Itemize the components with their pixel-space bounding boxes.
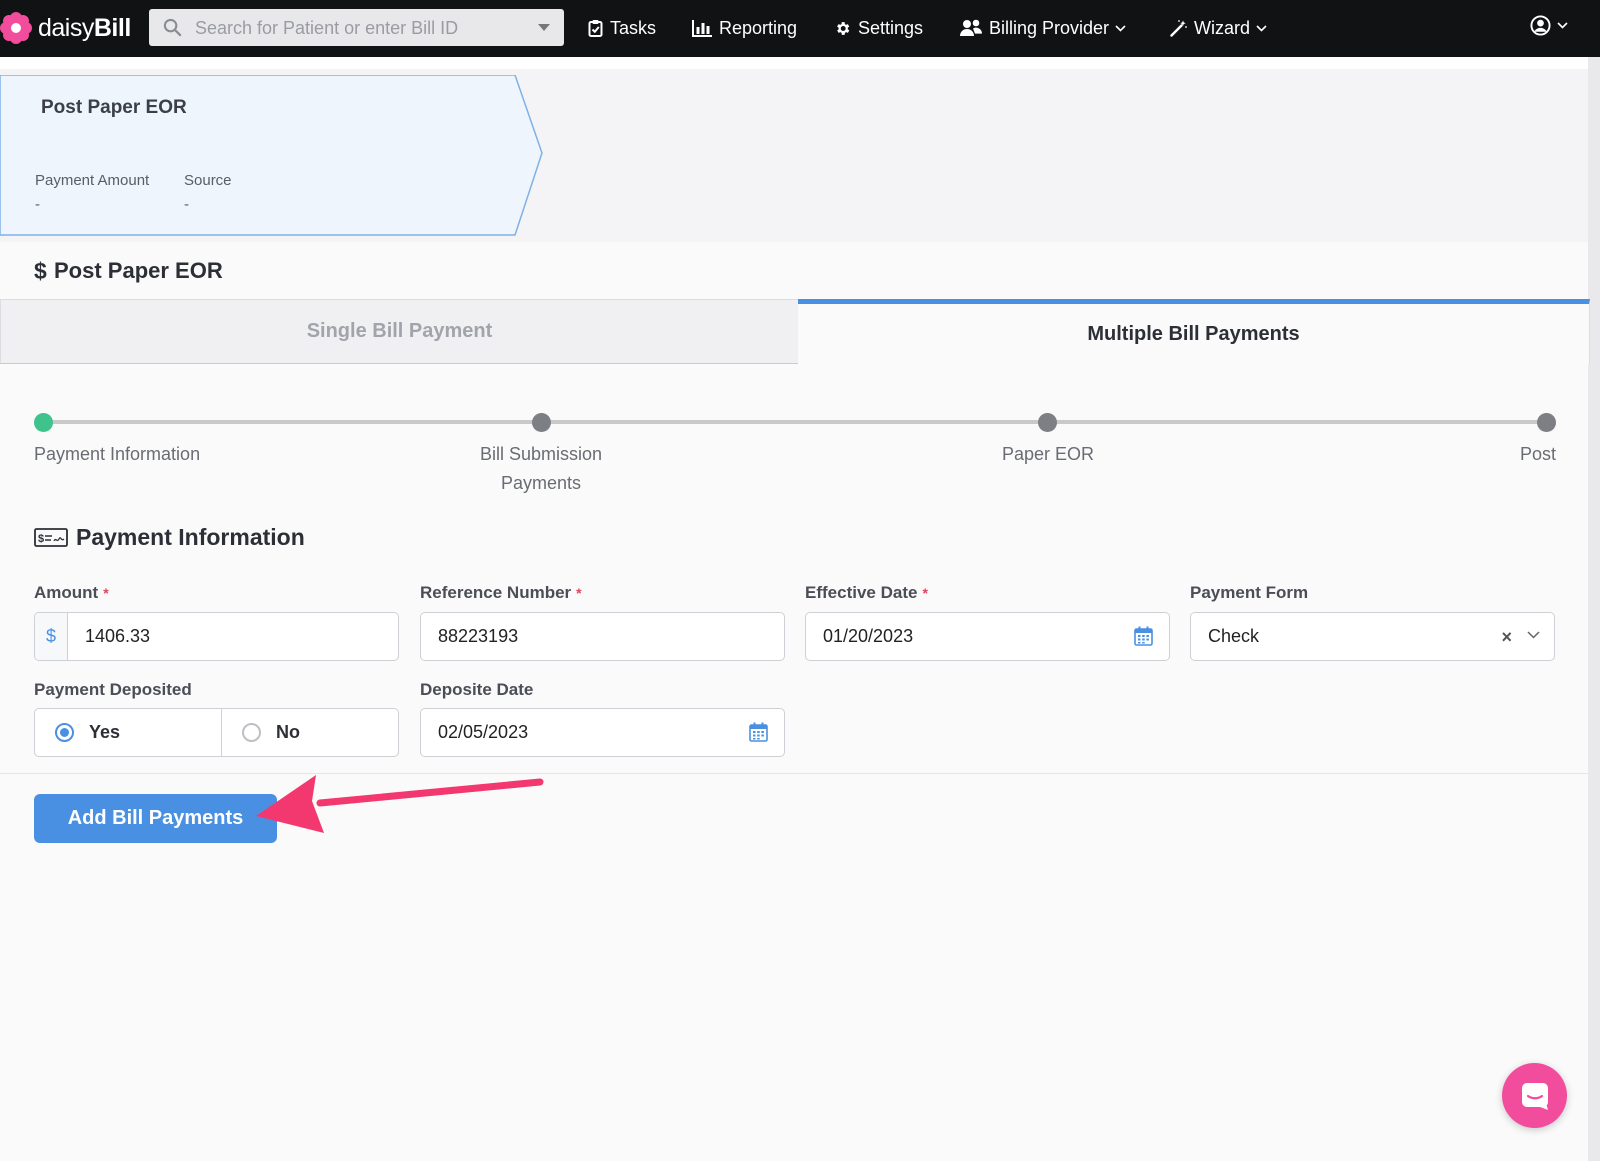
amount-value: 1406.33 — [85, 626, 151, 646]
step-label-bill-submission-payments: Bill Submission Payments — [441, 440, 641, 498]
amount-label: Amount * — [34, 583, 109, 602]
nav-tasks[interactable]: Tasks — [588, 15, 656, 41]
payment-information-title: Payment Information — [76, 524, 305, 550]
calendar-icon[interactable] — [749, 722, 768, 742]
radio-deposited-no[interactable]: No — [242, 709, 300, 756]
clipboard-check-icon — [588, 20, 603, 37]
tab-divider — [0, 363, 798, 364]
chevron-down-icon — [1557, 22, 1568, 29]
radio-no-label: No — [276, 722, 300, 742]
step-dot-payment-information — [34, 413, 53, 432]
page-title: $ Post Paper EOR — [34, 258, 223, 284]
page-title-text: Post Paper EOR — [54, 258, 223, 283]
payment-amount-value: - — [35, 196, 40, 213]
payment-form-value: Check — [1208, 626, 1260, 646]
magic-wand-icon — [1170, 19, 1187, 37]
effective-date-field[interactable]: 01/20/2023 — [805, 612, 1170, 661]
main-panel — [0, 242, 1588, 1161]
search-dropdown-caret-icon[interactable] — [538, 24, 550, 31]
user-menu[interactable] — [1530, 15, 1568, 36]
reference-number-label: Reference Number * — [420, 583, 582, 602]
step-label-paper-eor: Paper EOR — [1001, 444, 1095, 464]
chevron-down-icon — [1256, 24, 1267, 32]
source-value: - — [184, 196, 189, 213]
payment-form-select[interactable]: Check × — [1190, 612, 1555, 661]
patient-search-input[interactable]: Search for Patient or enter Bill ID — [149, 9, 564, 46]
nav-settings-label: Settings — [858, 17, 924, 38]
nav-reporting-label: Reporting — [719, 17, 798, 38]
nav-wizard-label: Wizard — [1194, 17, 1251, 38]
step-dot-paper-eor — [1038, 413, 1057, 432]
radio-unselected-icon — [242, 723, 261, 742]
step-label-post: Post — [1519, 444, 1556, 464]
required-marker: * — [103, 585, 109, 601]
nav-wizard[interactable]: Wizard — [1170, 15, 1267, 41]
stepper-track — [44, 420, 1548, 424]
svg-text:$: $ — [38, 533, 44, 545]
chevron-down-icon — [1115, 24, 1126, 32]
chat-icon — [1521, 1082, 1548, 1110]
top-navbar: daisyBill Search for Patient or enter Bi… — [0, 0, 1600, 57]
required-marker: * — [922, 585, 928, 601]
eor-card-title: Post Paper EOR — [41, 97, 187, 118]
scrollbar-track[interactable] — [1588, 57, 1600, 1161]
user-avatar-icon — [1530, 15, 1551, 36]
effective-date-value: 01/20/2023 — [823, 626, 914, 646]
search-placeholder: Search for Patient or enter Bill ID — [195, 18, 459, 38]
step-label-line-1: Bill Submission — [479, 444, 603, 464]
chat-launcher-button[interactable] — [1502, 1063, 1567, 1128]
nav-tasks-label: Tasks — [610, 17, 657, 38]
logo-text: daisyBill — [38, 13, 131, 42]
reference-number-value: 88223193 — [438, 626, 519, 646]
nav-reporting[interactable]: Reporting — [692, 15, 797, 41]
users-icon — [960, 19, 982, 36]
add-bill-payments-button[interactable]: Add Bill Payments — [34, 794, 277, 843]
required-marker: * — [576, 585, 582, 601]
clear-selection-icon[interactable]: × — [1501, 627, 1512, 648]
radio-selected-icon — [55, 723, 74, 742]
radio-deposited-yes[interactable]: Yes — [55, 709, 120, 756]
step-dot-post — [1537, 413, 1556, 432]
dollar-icon: $ — [34, 259, 47, 283]
payment-form-label: Payment Form — [1190, 583, 1309, 602]
chevron-down-icon[interactable] — [1527, 631, 1540, 639]
calendar-icon[interactable] — [1134, 626, 1153, 646]
bar-chart-icon — [692, 19, 712, 37]
tab-multiple-bill-payments[interactable]: Multiple Bill Payments — [798, 299, 1590, 364]
search-icon — [163, 18, 182, 37]
form-divider — [0, 773, 1588, 774]
check-payment-icon: $ — [34, 528, 68, 547]
deposite-date-label: Deposite Date — [420, 680, 534, 699]
gear-icon — [837, 21, 850, 35]
deposite-date-value: 02/05/2023 — [438, 722, 529, 742]
radio-divider — [221, 709, 222, 756]
step-label-payment-information: Payment Information — [34, 444, 201, 464]
payment-amount-label: Payment Amount — [35, 172, 150, 189]
radio-yes-label: Yes — [89, 722, 121, 742]
payment-deposited-radio-group: Yes No — [34, 708, 399, 757]
top-step-strip — [0, 57, 1600, 69]
tab-single-bill-payment[interactable]: Single Bill Payment — [0, 299, 798, 364]
amount-field[interactable]: $ 1406.33 — [34, 612, 399, 661]
step-label-line-2: Payments — [500, 473, 582, 493]
svg-text:$: $ — [34, 259, 47, 283]
nav-billing-provider[interactable]: Billing Provider — [960, 15, 1126, 41]
payment-deposited-label: Payment Deposited — [34, 680, 192, 699]
nav-billing-provider-label: Billing Provider — [989, 17, 1110, 38]
nav-settings[interactable]: Settings — [834, 15, 923, 41]
annotation-arrow-icon — [256, 775, 544, 833]
currency-prefix: $ — [35, 613, 68, 660]
effective-date-label: Effective Date * — [805, 583, 928, 602]
daisy-flower-icon — [0, 12, 32, 44]
source-label: Source — [184, 172, 232, 189]
payment-information-heading: $ Payment Information — [34, 524, 305, 551]
deposite-date-field[interactable]: 02/05/2023 — [420, 708, 785, 757]
step-dot-bill-submission-payments — [532, 413, 551, 432]
daisybill-logo[interactable]: daisyBill — [0, 10, 131, 46]
reference-number-field[interactable]: 88223193 — [420, 612, 785, 661]
